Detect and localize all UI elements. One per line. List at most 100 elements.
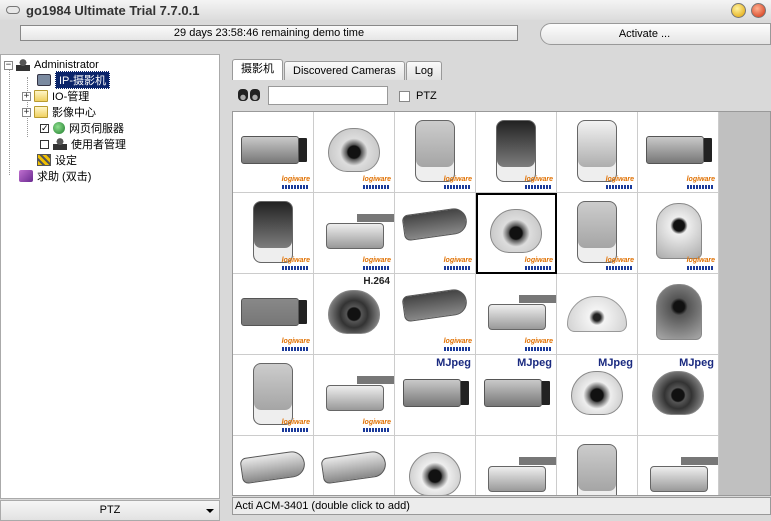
camera-image bbox=[571, 371, 623, 415]
camera-image bbox=[239, 449, 307, 485]
camera-image bbox=[241, 136, 299, 164]
camera-image bbox=[577, 120, 617, 182]
tree-item-label: 影像中心 bbox=[52, 107, 96, 119]
tree-item-media-center[interactable]: + 影像中心 bbox=[22, 104, 96, 120]
camera-image bbox=[567, 296, 627, 332]
camera-tile[interactable]: logiware bbox=[395, 193, 476, 274]
camera-tile[interactable]: MJpeg bbox=[557, 355, 638, 436]
user-management-checkbox[interactable] bbox=[40, 139, 49, 149]
close-button[interactable] bbox=[751, 3, 766, 18]
camera-image bbox=[652, 371, 704, 415]
camera-tile[interactable]: logiware bbox=[233, 193, 314, 274]
tree-item-label: 求助 (双击) bbox=[37, 171, 92, 183]
h264-badge: H.264 bbox=[363, 276, 390, 287]
users-icon bbox=[53, 138, 67, 150]
logiware-badge: logiware bbox=[363, 176, 391, 189]
camera-tile[interactable] bbox=[476, 436, 557, 495]
camera-image bbox=[253, 201, 293, 263]
tree-item-settings[interactable]: 设定 bbox=[37, 152, 77, 168]
tab-discovered-cameras[interactable]: Discovered Cameras bbox=[284, 61, 405, 80]
globe-icon bbox=[53, 122, 65, 134]
camera-image bbox=[488, 304, 546, 330]
camera-tile[interactable]: logiware bbox=[233, 112, 314, 193]
search-input[interactable] bbox=[268, 86, 388, 105]
tab-cameras[interactable]: 摄影机 bbox=[232, 59, 283, 80]
tree-item-label: 使用者管理 bbox=[71, 139, 126, 151]
camera-tile[interactable]: logiware bbox=[557, 193, 638, 274]
tree-item-ip-cameras[interactable]: IP-摄影机 bbox=[37, 71, 111, 89]
camera-tile[interactable]: logiware bbox=[476, 274, 557, 355]
camera-image bbox=[650, 466, 708, 492]
camera-tile[interactable] bbox=[638, 436, 719, 495]
app-icon bbox=[6, 6, 20, 14]
demo-status-bar: 29 days 23:58:46 remaining demo time bbox=[20, 25, 518, 41]
camera-tile[interactable]: logiware bbox=[557, 112, 638, 193]
tab-bar: 摄影机 Discovered Cameras Log bbox=[232, 59, 443, 80]
tree-item-help[interactable]: 求助 (双击) bbox=[19, 168, 91, 184]
camera-tile[interactable] bbox=[233, 436, 314, 495]
camera-tile[interactable]: MJpeg bbox=[476, 355, 557, 436]
folder-icon bbox=[34, 106, 48, 118]
camera-tile[interactable]: H.264 bbox=[314, 274, 395, 355]
camera-image bbox=[488, 466, 546, 492]
expand-icon[interactable]: + bbox=[22, 91, 31, 101]
camera-tile[interactable]: logiware bbox=[233, 355, 314, 436]
camera-tile[interactable]: logiware bbox=[314, 112, 395, 193]
camera-tile[interactable] bbox=[395, 436, 476, 495]
tree-item-label: IP-摄影机 bbox=[55, 71, 111, 89]
mjpeg-badge: MJpeg bbox=[517, 357, 552, 369]
camera-tile[interactable]: logiware bbox=[638, 193, 719, 274]
camera-image bbox=[656, 284, 702, 340]
camera-tile[interactable]: logiware bbox=[395, 112, 476, 193]
camera-image bbox=[401, 287, 469, 323]
tree-item-user-management[interactable]: 使用者管理 bbox=[40, 136, 126, 152]
logiware-badge: logiware bbox=[363, 257, 391, 270]
camera-tile[interactable]: logiware bbox=[395, 274, 476, 355]
camera-image bbox=[320, 449, 388, 485]
logiware-badge: logiware bbox=[687, 176, 715, 189]
web-server-checkbox[interactable]: ✓ bbox=[40, 123, 49, 133]
status-line: Acti ACM-3401 (double click to add) bbox=[232, 497, 771, 515]
logiware-badge: logiware bbox=[606, 257, 634, 270]
camera-tile[interactable] bbox=[557, 436, 638, 495]
ptz-checkbox-label: PTZ bbox=[416, 90, 437, 102]
camera-tile[interactable]: MJpeg bbox=[638, 355, 719, 436]
logiware-badge: logiware bbox=[282, 419, 310, 432]
logiware-badge: logiware bbox=[606, 176, 634, 189]
camera-toolbar: PTZ bbox=[232, 82, 771, 108]
binoculars-icon[interactable] bbox=[237, 85, 263, 103]
ptz-dropdown[interactable]: PTZ bbox=[0, 500, 220, 521]
tree-item-io[interactable]: + IO-管理 bbox=[22, 88, 89, 104]
camera-image bbox=[401, 206, 469, 242]
folder-icon bbox=[34, 90, 48, 102]
tree-root-label: Administrator bbox=[34, 59, 99, 71]
minimize-button[interactable] bbox=[731, 3, 746, 18]
administrator-icon bbox=[16, 59, 30, 71]
camera-image bbox=[656, 203, 702, 259]
camera-image bbox=[646, 136, 704, 164]
camera-image bbox=[241, 298, 299, 326]
tab-log[interactable]: Log bbox=[405, 61, 443, 80]
camera-tile[interactable]: logiware bbox=[638, 112, 719, 193]
camera-image bbox=[577, 444, 617, 495]
ptz-checkbox[interactable] bbox=[399, 91, 410, 102]
camera-tile[interactable] bbox=[557, 274, 638, 355]
camera-tile[interactable]: logiware bbox=[233, 274, 314, 355]
activate-button[interactable]: Activate ... bbox=[540, 23, 771, 45]
tree-item-label: IO-管理 bbox=[52, 91, 90, 103]
camera-tile[interactable]: MJpeg bbox=[395, 355, 476, 436]
camera-tile[interactable]: logiware bbox=[476, 193, 557, 274]
camera-tile[interactable]: logiware bbox=[476, 112, 557, 193]
logiware-badge: logiware bbox=[444, 257, 472, 270]
camera-tile[interactable] bbox=[638, 274, 719, 355]
camera-image bbox=[328, 128, 380, 172]
camera-tile[interactable] bbox=[314, 436, 395, 495]
camera-tile[interactable]: logiware bbox=[314, 193, 395, 274]
expand-icon[interactable]: + bbox=[22, 107, 31, 117]
dropdown-arrow-icon bbox=[206, 509, 214, 513]
camera-image bbox=[577, 201, 617, 263]
camera-tile[interactable]: logiware bbox=[314, 355, 395, 436]
tree-item-web-server[interactable]: ✓ 网页伺服器 bbox=[40, 120, 124, 136]
collapse-icon[interactable]: − bbox=[4, 60, 13, 70]
window-title: go1984 Ultimate Trial 7.7.0.1 bbox=[26, 2, 200, 18]
